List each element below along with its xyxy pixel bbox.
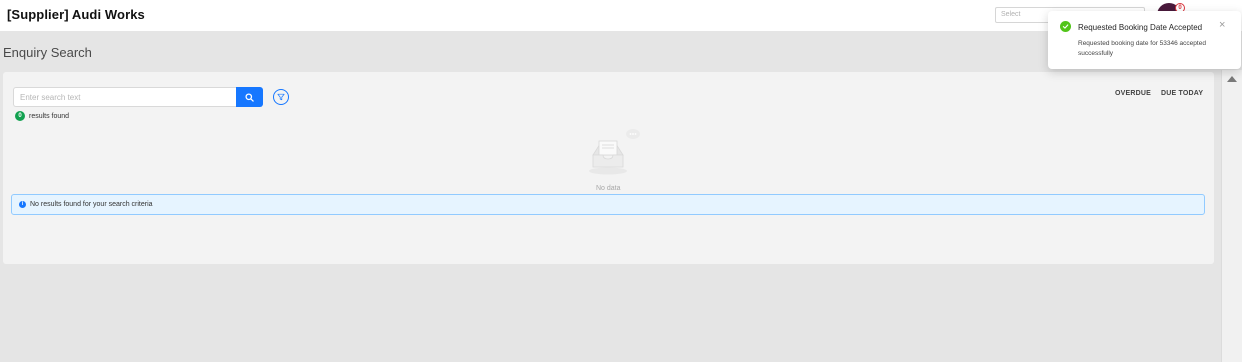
check-circle-icon bbox=[1060, 21, 1071, 32]
overdue-filter-link[interactable]: OVERDUE bbox=[1115, 90, 1151, 97]
notification-title: Requested Booking Date Accepted bbox=[1078, 23, 1203, 32]
vertical-scrollbar[interactable] bbox=[1221, 70, 1242, 362]
info-icon: i bbox=[19, 201, 26, 208]
success-notification: Requested Booking Date Accepted × Reques… bbox=[1048, 11, 1241, 69]
results-summary: 0 results found bbox=[15, 111, 69, 121]
app-title: [Supplier] Audi Works bbox=[7, 7, 145, 22]
filter-button[interactable] bbox=[273, 89, 289, 105]
search-card: 0 results found OVERDUE DUE TODAY No dat… bbox=[3, 72, 1214, 264]
results-count-badge: 0 bbox=[15, 111, 25, 121]
page-title: Enquiry Search bbox=[3, 45, 92, 60]
empty-state-text: No data bbox=[596, 185, 621, 192]
alert-message: No results found for your search criteri… bbox=[30, 201, 153, 208]
results-label: results found bbox=[29, 112, 70, 120]
close-icon[interactable]: × bbox=[1219, 20, 1225, 31]
search-button[interactable] bbox=[236, 87, 263, 107]
filter-icon bbox=[277, 93, 285, 101]
scroll-up-arrow-icon[interactable] bbox=[1227, 76, 1237, 82]
search-icon bbox=[245, 92, 254, 102]
no-results-alert: i No results found for your search crite… bbox=[11, 194, 1205, 215]
checkmark-icon bbox=[1062, 24, 1069, 29]
search-input[interactable] bbox=[13, 87, 237, 107]
empty-inbox-icon bbox=[589, 129, 640, 175]
notification-message: Requested booking date for 53346 accepte… bbox=[1078, 40, 1206, 57]
due-today-filter-link[interactable]: DUE TODAY bbox=[1161, 90, 1203, 97]
